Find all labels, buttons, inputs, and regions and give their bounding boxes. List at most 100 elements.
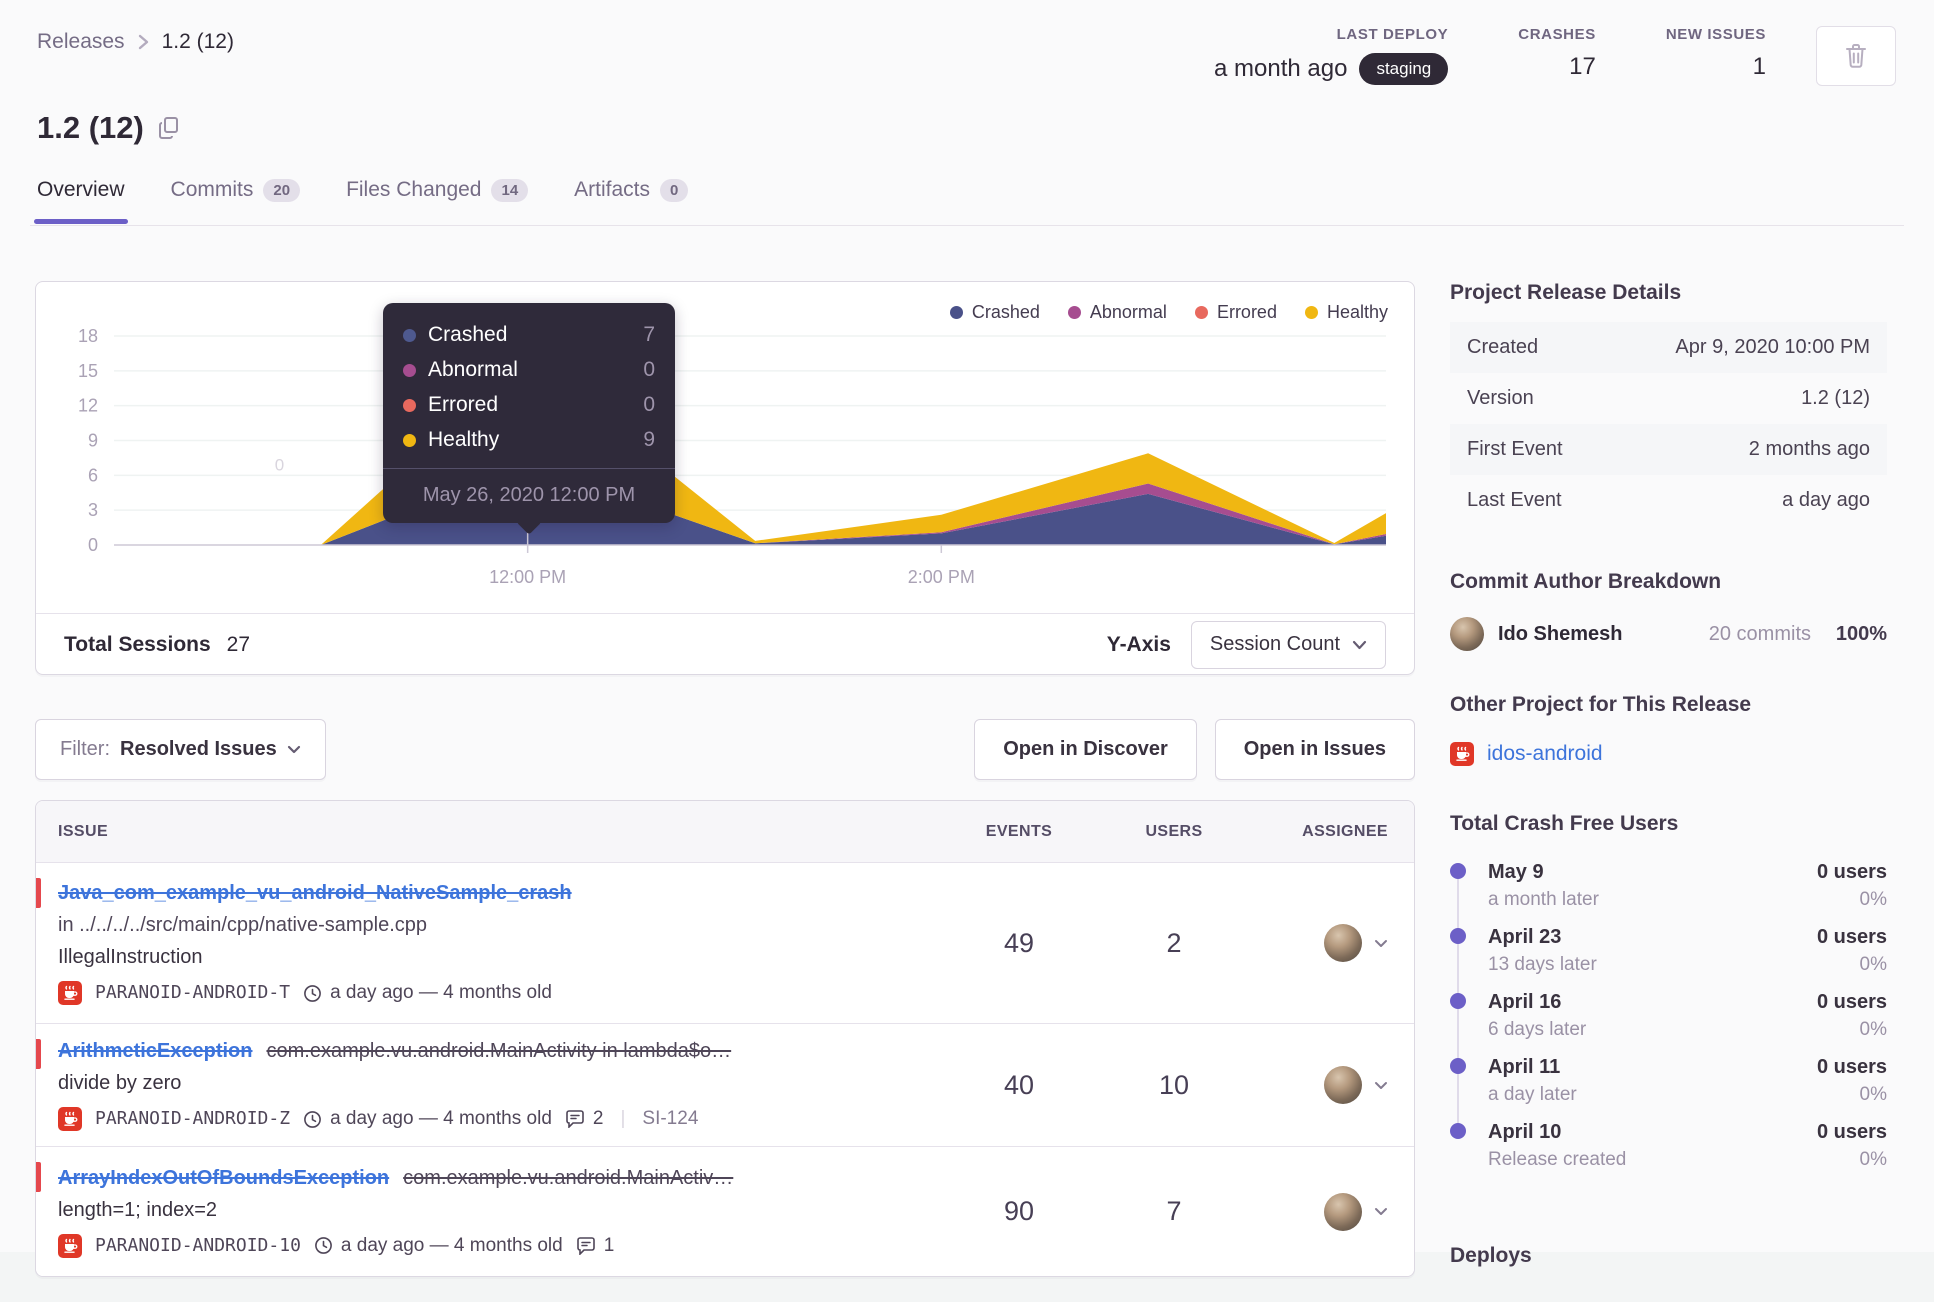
detail-row-created: Created Apr 9, 2020 10:00 PM [1450,322,1887,373]
tooltip-crashed-value: 7 [643,323,655,346]
sessions-chart[interactable]: 0 3 6 9 12 15 18 12:00 PM 2:00 PM 0 Crashed Abnor… [36,282,1414,613]
issue-age: a day ago — 4 months old [314,1230,563,1262]
tab-files-changed[interactable]: Files Changed 14 [346,178,529,224]
stat-crashes: CRASHES 17 [1518,26,1596,81]
unhandled-indicator-bar [36,878,41,908]
delete-release-button[interactable] [1816,26,1896,86]
open-in-discover-button[interactable]: Open in Discover [974,719,1197,780]
yaxis-selected-value: Session Count [1209,633,1340,655]
open-in-issues-button[interactable]: Open in Issues [1214,719,1415,780]
unhandled-indicator-bar [36,1039,41,1069]
crashes-value: 17 [1569,53,1596,80]
stat-last-deploy: LAST DEPLOY a month ago staging [1214,26,1449,85]
comment-count-value: 2 [592,1108,604,1129]
tab-artifacts[interactable]: Artifacts 0 [574,178,689,224]
other-project-section: Other Project for This Release idos-andr… [1450,693,1887,766]
issue-age-text: a day ago — 4 months old [330,1108,552,1129]
assignee-chevron-down-icon[interactable] [1374,1081,1388,1090]
timeline-users: 0 users [1816,991,1887,1013]
assignee-chevron-down-icon[interactable] [1374,939,1388,948]
stacked-area-chart: 0 3 6 9 12 15 18 12:00 PM 2:00 PM 0 [78,326,1386,587]
assignee-avatar[interactable] [1324,924,1362,962]
chart-footer: Total Sessions 27 Y-Axis Session Count [36,613,1414,675]
detail-label: First Event [1467,438,1563,460]
issue-events-count: 90 [1003,1196,1035,1226]
assignee-chevron-down-icon[interactable] [1374,1207,1388,1216]
clock-icon [303,1110,322,1129]
issue-row: ArithmeticException com.example.vu.androi… [36,1024,1414,1147]
clock-icon [314,1236,333,1255]
stat-new-issues: NEW ISSUES 1 [1666,26,1766,81]
filter-prefix-label: Filter: [60,738,110,760]
new-issues-value: 1 [1752,53,1766,80]
commit-author-breakdown-section: Commit Author Breakdown Ido Shemesh 20 c… [1450,570,1887,651]
header-users: USERS [1145,822,1203,840]
tabs-divider [30,225,1904,226]
issue-culprit: com.example.vu.android.MainActivity in l… [266,1040,732,1062]
healthy-dot-icon [403,433,416,447]
tooltip-row-crashed: Crashed 7 [403,323,655,347]
breadcrumb-releases-link[interactable]: Releases [37,30,125,54]
tab-files-changed-badge: 14 [491,178,529,202]
project-slug: PARANOID-ANDROID-T [95,982,291,1003]
issue-title-link[interactable]: ArithmeticException [58,1040,252,1062]
copy-icon[interactable] [158,116,180,140]
tooltip-abnormal-label: Abnormal [428,358,518,381]
unhandled-indicator-bar [36,1162,41,1192]
chevron-down-icon [1352,640,1367,650]
legend-abnormal-label: Abnormal [1089,302,1167,322]
tab-commits[interactable]: Commits 20 [171,178,301,224]
timeline-users: 0 users [1816,861,1887,883]
tooltip-row-abnormal: Abnormal 0 [403,358,655,382]
timeline-date: April 11 [1488,1056,1561,1078]
issue-annotation-link[interactable]: SI-124 [642,1103,698,1135]
tooltip-healthy-value: 9 [643,428,655,451]
timeline-date: April 23 [1488,926,1562,948]
legend-healthy-label: Healthy [1326,302,1388,322]
timeline-dot-icon [1450,863,1466,879]
abnormal-legend-dot [1067,306,1081,319]
breadcrumb-current: 1.2 (12) [161,30,234,53]
crash-free-users-heading: Total Crash Free Users [1450,812,1679,835]
svg-text:2:00 PM: 2:00 PM [908,567,975,587]
crash-free-timeline: May 9 0 users a month later 0% April 23 … [1450,861,1887,1186]
assignee-avatar[interactable] [1324,1066,1362,1104]
tab-overview[interactable]: Overview [34,178,128,224]
header-issue: ISSUE [58,822,109,840]
tab-commits-badge: 20 [263,178,301,202]
other-project-link[interactable]: idos-android [1487,742,1603,766]
tooltip-abnormal-value: 0 [643,358,655,381]
svg-text:3: 3 [88,500,98,520]
total-sessions-label: Total Sessions [64,632,211,656]
issue-users-count: 7 [1166,1196,1182,1226]
timeline-date: April 16 [1488,991,1562,1013]
issue-title-link[interactable]: Java_com_example_vu_android_NativeSample… [58,882,572,904]
svg-text:0: 0 [275,456,284,475]
environment-badge: staging [1359,53,1449,85]
comment-icon [576,1236,596,1255]
issues-filter-dropdown[interactable]: Filter: Resolved Issues [35,719,326,780]
other-project-row: idos-android [1450,742,1887,766]
project-coffee-icon [58,981,82,1005]
issue-title-link[interactable]: ArrayIndexOutOfBoundsException [58,1167,389,1189]
detail-value: 1.2 (12) [1801,387,1870,409]
timeline-users: 0 users [1816,1056,1887,1078]
issue-events-count: 49 [1003,927,1035,958]
tab-overview-label: Overview [37,178,125,201]
issue-age-text: a day ago — 4 months old [330,982,552,1003]
issue-message: length=1; index=2 [58,1198,218,1221]
timeline-pct: 0% [1859,1019,1887,1040]
total-sessions-value: 27 [226,632,251,656]
yaxis-select[interactable]: Session Count [1190,620,1386,669]
comment-count: 1 [576,1230,614,1262]
tab-artifacts-label: Artifacts [574,178,651,201]
timeline-sub: a day later [1488,1084,1577,1105]
clock-icon [303,984,322,1003]
assignee-avatar[interactable] [1324,1192,1362,1231]
svg-text:12: 12 [78,396,98,416]
timeline-date: May 9 [1488,861,1544,883]
tooltip-errored-value: 0 [643,393,655,416]
tooltip-healthy-label: Healthy [428,428,500,451]
timeline-sub: 6 days later [1488,1019,1587,1040]
tooltip-row-healthy: Healthy 9 [403,428,655,452]
